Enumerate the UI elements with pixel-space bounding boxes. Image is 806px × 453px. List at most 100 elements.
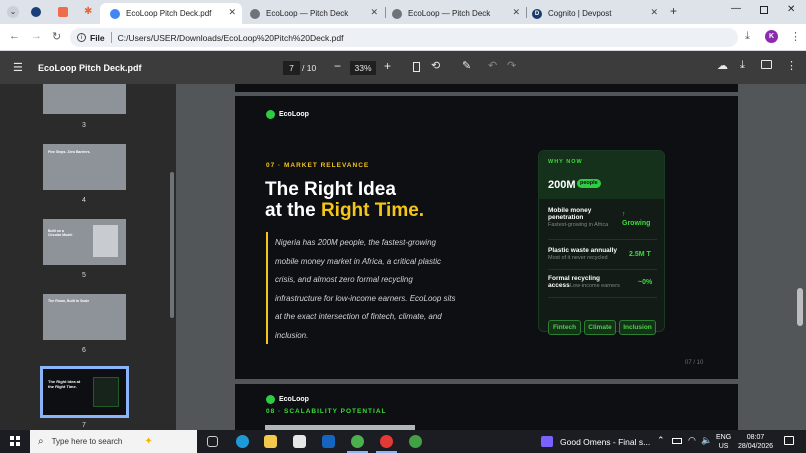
thumbnail-number: 4 <box>82 197 86 204</box>
notifications-icon[interactable] <box>784 436 794 445</box>
viewer-scrollbar[interactable] <box>797 288 803 326</box>
chrome-taskbar-icon[interactable] <box>351 435 364 448</box>
media-title[interactable]: Good Omens - Final s... <box>560 437 650 447</box>
thumbnail-page-4[interactable]: Five Steps. Zero Barriers. <box>43 144 126 190</box>
stat-row: Formal recycling access Low-income earne… <box>548 275 657 289</box>
pdf-viewport[interactable]: EcoLoop 07 · MARKET RELEVANCE The Right … <box>176 84 806 430</box>
chrome-profile-icon[interactable] <box>380 435 393 448</box>
stat-row: Plastic waste annually Most of it never … <box>548 247 657 261</box>
store-icon[interactable] <box>293 435 306 448</box>
headline-accent: Right Time. <box>320 200 425 221</box>
brand-logo: EcoLoop <box>266 395 309 404</box>
windows-taskbar: ⌕ Type here to search ✦ Good Omens - Fin… <box>0 430 806 453</box>
edge-icon[interactable] <box>236 435 249 448</box>
close-icon[interactable]: ✕ <box>228 7 236 18</box>
page-number-input[interactable]: 7 <box>283 61 300 75</box>
tab-ecoloop-pitch-2[interactable]: EcoLoop — Pitch Deck ✕ <box>386 3 526 24</box>
tab-ecoloop-pdf[interactable]: EcoLoop Pitch Deck.pdf ✕ <box>100 3 242 24</box>
tab-title: EcoLoop Pitch Deck.pdf <box>126 9 212 18</box>
wifi-icon[interactable]: ◠ <box>688 435 696 446</box>
volume-icon[interactable]: 🔈 <box>701 435 712 446</box>
sidebar-scrollbar[interactable] <box>168 84 176 430</box>
windows-start-icon[interactable] <box>10 436 20 446</box>
file-explorer-icon[interactable] <box>264 435 277 448</box>
forward-arrow-icon[interactable]: → <box>31 30 42 42</box>
thumbnail-page-7-selected[interactable]: The Right Idea at the Right Time. <box>40 366 129 418</box>
browser-tab-strip: ⌄ ✱ EcoLoop Pitch Deck.pdf ✕ EcoLoop — P… <box>0 0 806 24</box>
brand-logo: EcoLoop <box>266 110 309 119</box>
close-icon[interactable]: ✕ <box>512 7 520 18</box>
download-icon[interactable]: ⤓ <box>745 30 750 43</box>
thumbnail-caption: Built on a Circular Model <box>48 229 73 237</box>
thumbnail-caption: The Room, Built to Scale <box>48 299 90 303</box>
taskbar-search-box[interactable]: ⌕ Type here to search ✦ <box>30 430 197 453</box>
pinned-tab-icon[interactable]: ✱ <box>84 6 92 17</box>
section-label: 08 · SCALABILITY POTENTIAL <box>266 408 387 415</box>
restore-icon[interactable] <box>760 6 768 14</box>
pinned-tab-icon[interactable] <box>58 7 68 17</box>
media-play-icon[interactable] <box>541 436 553 447</box>
leaf-icon <box>266 395 275 404</box>
slide-page-7: EcoLoop 07 · MARKET RELEVANCE The Right … <box>235 96 738 379</box>
language-indicator[interactable]: ENG US <box>716 433 731 451</box>
pinned-tab-icon[interactable] <box>31 7 41 17</box>
divider <box>548 297 657 298</box>
zoom-in-icon[interactable]: + <box>384 59 391 73</box>
annotate-pen-icon[interactable]: ✎ <box>462 59 471 72</box>
clock[interactable]: 08:07 28/04/2026 <box>738 433 773 451</box>
rotate-icon[interactable]: ⟲ <box>431 59 440 72</box>
why-now-card: WHY NOW 200M people Mobile money penetra… <box>538 150 665 332</box>
thumbnail-page-5[interactable]: Built on a Circular Model <box>43 219 126 265</box>
previous-slide-edge <box>235 84 738 92</box>
divider <box>548 239 657 240</box>
profile-avatar[interactable]: K <box>765 30 778 43</box>
brand-name: EcoLoop <box>279 396 309 403</box>
print-icon[interactable] <box>761 60 772 69</box>
zoom-input[interactable]: 33% <box>350 61 376 75</box>
tab-cognito-devpost[interactable]: D Cognito | Devpost ✕ <box>528 3 664 24</box>
thumbnail-caption: Five Steps. Zero Barriers. <box>48 150 91 154</box>
search-placeholder: Type here to search <box>51 437 123 446</box>
leaf-icon <box>266 110 275 119</box>
sparkle-icon: ✦ <box>144 436 153 447</box>
thumbnail-image <box>93 225 118 257</box>
card-title: WHY NOW <box>548 159 583 165</box>
card-badge: people <box>577 179 601 188</box>
hamburger-menu-icon[interactable]: ☰ <box>13 61 23 74</box>
close-icon[interactable]: ✕ <box>370 7 378 18</box>
outlook-icon[interactable] <box>322 435 335 448</box>
redo-icon[interactable]: ↷ <box>507 59 516 72</box>
window-close-icon[interactable]: ✕ <box>787 4 795 15</box>
thumbnail-page-3[interactable] <box>43 84 126 114</box>
page-total: / 10 <box>302 63 317 73</box>
divider <box>548 269 657 270</box>
minimize-icon[interactable]: — <box>731 3 741 14</box>
stat-label: Mobile money penetration <box>548 207 592 221</box>
clock-date: 28/04/2026 <box>738 443 774 450</box>
thumbnail-sidebar: 3 Five Steps. Zero Barriers. 4 Built on … <box>0 84 176 430</box>
stat-arrow: ↑ <box>622 211 626 218</box>
download-icon[interactable]: ⤓ <box>740 59 745 72</box>
fit-page-icon[interactable] <box>413 62 420 72</box>
reload-icon[interactable]: ↻ <box>52 30 61 43</box>
undo-icon[interactable]: ↶ <box>488 59 497 72</box>
tab-search-icon[interactable]: ⌄ <box>7 6 19 18</box>
thumbnail-card <box>93 377 119 407</box>
more-options-icon[interactable]: ⋮ <box>786 59 797 72</box>
zoom-out-icon[interactable]: − <box>334 59 341 73</box>
task-view-icon[interactable] <box>207 436 218 447</box>
chrome-taskbar-icon[interactable] <box>409 435 422 448</box>
close-icon[interactable]: ✕ <box>650 7 658 18</box>
tray-chevron-icon[interactable]: ⌃ <box>657 435 665 446</box>
stat-sub: Low-income earners <box>570 283 620 289</box>
back-arrow-icon[interactable]: ← <box>9 30 20 42</box>
new-tab-plus-icon[interactable]: + <box>670 4 677 18</box>
stat-row: Mobile money penetration Fastest-growing… <box>548 207 657 228</box>
address-bar[interactable]: i File C:/Users/USER/Downloads/EcoLoop%2… <box>70 28 738 47</box>
drive-save-icon[interactable]: ☁ <box>717 59 728 72</box>
tab-ecoloop-pitch-1[interactable]: EcoLoop — Pitch Deck ✕ <box>244 3 384 24</box>
headline: The Right Idea at the Right Time. <box>265 179 424 221</box>
menu-kebab-icon[interactable]: ⋮ <box>790 30 801 43</box>
pdf-filename: EcoLoop Pitch Deck.pdf <box>38 63 142 73</box>
thumbnail-page-6[interactable]: The Room, Built to Scale <box>43 294 126 340</box>
